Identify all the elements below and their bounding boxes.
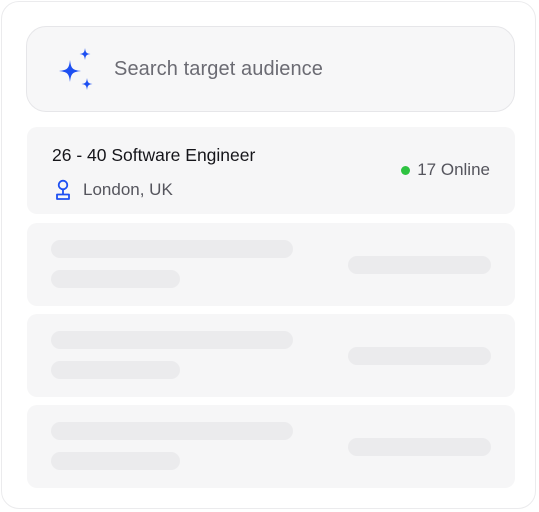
audience-location: London, UK: [54, 179, 173, 201]
online-dot-icon: [401, 165, 411, 175]
sparkle-icon: [59, 48, 93, 90]
skeleton-line-title: [51, 240, 293, 258]
search-placeholder: Search target audience: [114, 58, 324, 80]
skeleton-line-status: [348, 347, 491, 365]
skeleton-row: [27, 405, 515, 488]
online-count: 17 Online: [417, 160, 490, 179]
audience-card: Search target audience 26 - 40 Software …: [1, 1, 536, 509]
skeleton-line-subtitle: [51, 270, 180, 288]
skeleton-line-subtitle: [51, 452, 180, 470]
skeleton-line-subtitle: [51, 361, 180, 379]
skeleton-line-status: [348, 256, 491, 274]
search-input[interactable]: Search target audience: [26, 26, 515, 112]
location-pin-icon: [56, 179, 70, 200]
skeleton-row: [27, 314, 515, 397]
audience-result-row[interactable]: 26 - 40 Software Engineer London, UK 17 …: [27, 127, 515, 214]
audience-role: 26 - 40 Software Engineer: [52, 145, 256, 165]
location-label: London, UK: [83, 180, 173, 199]
skeleton-row: [27, 223, 515, 306]
online-status: 17 Online: [401, 160, 490, 180]
skeleton-line-status: [348, 438, 491, 456]
skeleton-line-title: [51, 331, 293, 349]
skeleton-line-title: [51, 422, 293, 440]
